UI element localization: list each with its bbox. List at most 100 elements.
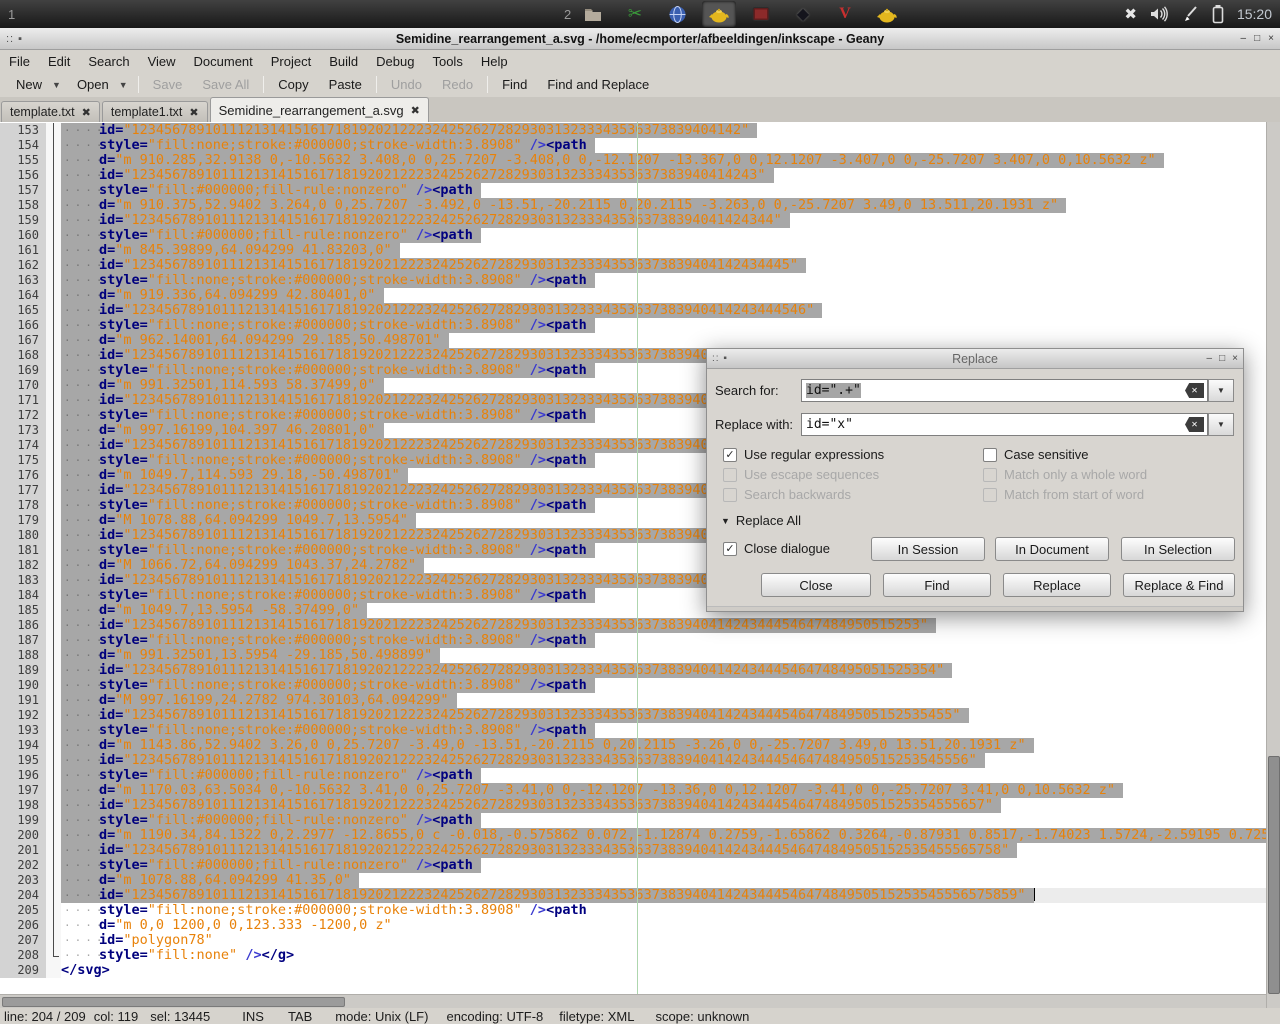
fold-margin[interactable] <box>46 483 61 498</box>
tab-close-icon[interactable]: ✖ <box>411 104 420 117</box>
open-button[interactable]: Open <box>67 74 119 95</box>
fold-margin[interactable] <box>46 423 61 438</box>
fold-margin[interactable] <box>46 693 61 708</box>
web-browser-icon[interactable] <box>660 1 694 27</box>
replace-dialog[interactable]: :: ▪ Replace – □ × Search for: id=".+" ✕… <box>706 348 1244 612</box>
horizontal-scrollbar[interactable] <box>0 994 1266 1008</box>
teapot-icon[interactable] <box>702 1 736 27</box>
fold-margin[interactable] <box>46 438 61 453</box>
in-document-button[interactable]: In Document <box>995 537 1109 561</box>
fold-margin[interactable] <box>46 558 61 573</box>
menu-tools[interactable]: Tools <box>423 52 471 71</box>
fold-margin[interactable] <box>46 123 61 138</box>
fold-margin[interactable] <box>46 603 61 618</box>
vlc-icon[interactable]: V <box>828 1 862 27</box>
replace-all-expander[interactable]: ▼ Replace All <box>721 513 801 528</box>
fold-margin[interactable] <box>46 678 61 693</box>
in-session-button[interactable]: In Session <box>871 537 985 561</box>
scissors-icon[interactable]: ✂ <box>618 1 652 27</box>
fold-margin[interactable] <box>46 198 61 213</box>
menu-build[interactable]: Build <box>320 52 367 71</box>
fold-margin[interactable] <box>46 408 61 423</box>
tab-close-icon[interactable]: ✖ <box>189 106 198 119</box>
checkbox-whole-word[interactable]: Match only a whole word <box>983 467 1147 482</box>
fold-margin[interactable] <box>46 333 61 348</box>
fold-margin[interactable] <box>46 513 61 528</box>
find-button[interactable]: Find <box>492 74 537 95</box>
new-button[interactable]: New <box>6 74 52 95</box>
tab-template.txt[interactable]: template.txt✖ <box>1 101 100 122</box>
chevron-down-icon[interactable]: ▼ <box>119 77 134 93</box>
dialog-minimize-button[interactable]: – <box>1207 353 1213 364</box>
fold-margin[interactable] <box>46 183 61 198</box>
fold-margin[interactable] <box>46 528 61 543</box>
fold-margin[interactable] <box>46 468 61 483</box>
fold-margin[interactable] <box>46 933 61 948</box>
fold-margin[interactable] <box>46 543 61 558</box>
tab-Semidine_rearrangement_a.svg[interactable]: Semidine_rearrangement_a.svg✖ <box>210 97 429 122</box>
paste-button[interactable]: Paste <box>319 74 372 95</box>
fold-margin[interactable] <box>46 738 61 753</box>
vertical-scrollbar-thumb[interactable] <box>1268 756 1280 994</box>
fold-margin[interactable] <box>46 138 61 153</box>
fold-margin[interactable] <box>46 618 61 633</box>
brush-icon[interactable] <box>1181 5 1199 23</box>
horizontal-scrollbar-thumb[interactable] <box>2 997 345 1007</box>
fold-margin[interactable] <box>46 258 61 273</box>
fold-margin[interactable] <box>46 783 61 798</box>
replace-dropdown-button[interactable]: ▼ <box>1208 413 1234 436</box>
replace-dialog-titlebar[interactable]: :: ▪ Replace – □ × <box>707 349 1243 369</box>
fold-margin[interactable] <box>46 588 61 603</box>
fold-margin[interactable] <box>46 363 61 378</box>
fold-margin[interactable] <box>46 213 61 228</box>
terminal-icon[interactable] <box>744 1 778 27</box>
menu-edit[interactable]: Edit <box>39 52 79 71</box>
fold-margin[interactable] <box>46 168 61 183</box>
volume-icon[interactable] <box>1149 5 1169 23</box>
checkbox-word-start[interactable]: Match from start of word <box>983 487 1144 502</box>
search-input[interactable]: id=".+" ✕ <box>801 379 1208 402</box>
maximize-button[interactable]: □ <box>1254 33 1260 44</box>
fold-margin[interactable] <box>46 873 61 888</box>
fold-margin[interactable] <box>46 798 61 813</box>
window-menu-icon[interactable]: :: ▪ <box>6 33 23 45</box>
dialog-close-button[interactable]: × <box>1232 353 1238 364</box>
menu-document[interactable]: Document <box>185 52 262 71</box>
inkscape-icon[interactable]: ◆ <box>786 1 820 27</box>
fold-margin[interactable] <box>46 453 61 468</box>
fold-margin[interactable] <box>46 393 61 408</box>
tab-close-icon[interactable]: ✖ <box>82 106 91 119</box>
fold-margin[interactable] <box>46 633 61 648</box>
fold-margin[interactable] <box>46 918 61 933</box>
dialog-resize-handle[interactable] <box>707 606 1243 611</box>
fold-margin[interactable] <box>46 963 61 978</box>
checkbox-close-dialogue[interactable]: ✓Close dialogue <box>723 541 830 556</box>
fold-margin[interactable] <box>46 888 61 903</box>
fold-margin[interactable] <box>46 708 61 723</box>
fold-margin[interactable] <box>46 768 61 783</box>
dialog-menu-icon[interactable]: :: ▪ <box>712 353 728 364</box>
checkbox-escape-sequences[interactable]: Use escape sequences <box>723 467 879 482</box>
checkbox-use-regex[interactable]: ✓Use regular expressions <box>723 447 884 462</box>
chevron-down-icon[interactable]: ▼ <box>52 77 67 93</box>
fold-margin[interactable] <box>46 648 61 663</box>
menu-file[interactable]: File <box>0 52 39 71</box>
fold-margin[interactable] <box>46 153 61 168</box>
close-button[interactable]: × <box>1268 33 1274 44</box>
fold-margin[interactable] <box>46 288 61 303</box>
fold-margin[interactable] <box>46 273 61 288</box>
battery-icon[interactable] <box>1211 4 1225 24</box>
workspace-1-label[interactable]: 1 <box>0 7 23 22</box>
copy-button[interactable]: Copy <box>268 74 318 95</box>
fold-margin[interactable] <box>46 378 61 393</box>
file-manager-icon[interactable] <box>576 1 610 27</box>
find-button[interactable]: Find <box>883 573 991 597</box>
fold-margin[interactable] <box>46 303 61 318</box>
search-dropdown-button[interactable]: ▼ <box>1208 379 1234 402</box>
fold-margin[interactable] <box>46 348 61 363</box>
clear-search-icon[interactable]: ✕ <box>1185 383 1204 398</box>
fold-margin[interactable] <box>46 813 61 828</box>
checkbox-case-sensitive[interactable]: Case sensitive <box>983 447 1089 462</box>
find-and-replace-button[interactable]: Find and Replace <box>537 74 659 95</box>
menu-help[interactable]: Help <box>472 52 517 71</box>
